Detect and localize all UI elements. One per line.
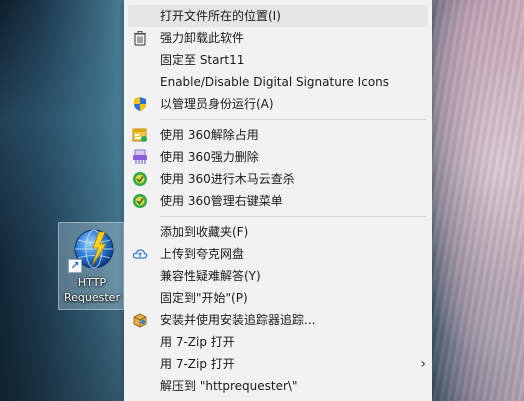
menu-item-label: 用 7-Zip 打开 bbox=[160, 357, 235, 371]
shortcut-arrow-icon: ↗ bbox=[68, 259, 82, 273]
menu-item-label: Enable/Disable Digital Signature Icons bbox=[160, 75, 390, 89]
menu-item-upload-quark[interactable]: 上传到夸克网盘 bbox=[124, 243, 432, 265]
menu-item-compatibility-troubleshoot[interactable]: 兼容性疑难解答(Y) bbox=[124, 265, 432, 287]
desktop-shortcut-http-requester[interactable]: ↗ HTTP Requester bbox=[58, 222, 124, 310]
menu-item-label: 使用 360管理右键菜单 bbox=[160, 194, 283, 208]
menu-item-add-to-favorites[interactable]: 添加到收藏夹(F) bbox=[124, 221, 432, 243]
chevron-right-icon: › bbox=[420, 356, 426, 372]
360-menu-icon bbox=[133, 194, 147, 208]
context-menu: 打开文件所在的位置(I) 强力卸载此软件 固定至 Start11 Enable/… bbox=[124, 0, 432, 401]
menu-item-install-tracker[interactable]: 安装并使用安装追踪器追踪... bbox=[124, 309, 432, 331]
menu-item-360-cloud-scan[interactable]: 使用 360进行木马云查杀 bbox=[124, 168, 432, 190]
menu-item-label: 用 7-Zip 打开 bbox=[160, 335, 235, 349]
menu-item-7zip-submenu[interactable]: 用 7-Zip 打开 › bbox=[124, 353, 432, 375]
menu-item-open-with-7zip[interactable]: 用 7-Zip 打开 bbox=[124, 331, 432, 353]
menu-item-360-unlock[interactable]: 使用 360解除占用 bbox=[124, 124, 432, 146]
quark-cloud-icon bbox=[132, 249, 148, 259]
menu-item-label: 固定到"开始"(P) bbox=[160, 291, 248, 305]
menu-separator bbox=[160, 216, 426, 217]
menu-item-pin-to-start[interactable]: 固定到"开始"(P) bbox=[124, 287, 432, 309]
menu-item-extract-to-folder[interactable]: 解压到 "httprequester\" bbox=[124, 375, 432, 397]
desktop-icon-label: HTTP Requester bbox=[64, 276, 120, 304]
menu-item-label: 安装并使用安装追踪器追踪... bbox=[160, 313, 316, 327]
menu-item-label: 使用 360进行木马云查杀 bbox=[160, 172, 295, 186]
uac-shield-icon bbox=[134, 97, 146, 111]
desktop-wallpaper: ↗ HTTP Requester 打开文件所在的位置(I) 强力卸载此软件 固定… bbox=[0, 0, 524, 401]
360-shred-icon bbox=[133, 149, 147, 164]
menu-item-label: 使用 360强力删除 bbox=[160, 150, 259, 164]
menu-item-label: 解压到 "httprequester\" bbox=[160, 379, 298, 393]
menu-item-label: 固定至 Start11 bbox=[160, 53, 245, 67]
360-scan-icon bbox=[133, 172, 147, 186]
menu-item-digital-signature-icons[interactable]: Enable/Disable Digital Signature Icons bbox=[124, 71, 432, 93]
menu-separator bbox=[160, 119, 426, 120]
menu-item-run-as-admin[interactable]: 以管理员身份运行(A) bbox=[124, 93, 432, 115]
menu-item-label: 添加到收藏夹(F) bbox=[160, 225, 249, 239]
menu-item-360-force-delete[interactable]: 使用 360强力删除 bbox=[124, 146, 432, 168]
menu-item-label: 以管理员身份运行(A) bbox=[160, 97, 274, 111]
menu-item-pin-start11[interactable]: 固定至 Start11 bbox=[124, 49, 432, 71]
menu-item-force-uninstall[interactable]: 强力卸载此软件 bbox=[124, 27, 432, 49]
menu-item-open-file-location[interactable]: 打开文件所在的位置(I) bbox=[128, 5, 428, 27]
menu-item-label: 打开文件所在的位置(I) bbox=[160, 9, 281, 23]
menu-item-label: 使用 360解除占用 bbox=[160, 128, 259, 142]
trash-icon bbox=[134, 31, 146, 46]
installer-box-icon bbox=[133, 313, 147, 328]
menu-item-label: 上传到夸克网盘 bbox=[160, 247, 245, 261]
menu-item-label: 强力卸载此软件 bbox=[160, 31, 245, 45]
menu-item-360-manage-context-menu[interactable]: 使用 360管理右键菜单 bbox=[124, 190, 432, 212]
menu-item-label: 兼容性疑难解答(Y) bbox=[160, 269, 261, 283]
360-unlock-icon bbox=[132, 128, 147, 142]
